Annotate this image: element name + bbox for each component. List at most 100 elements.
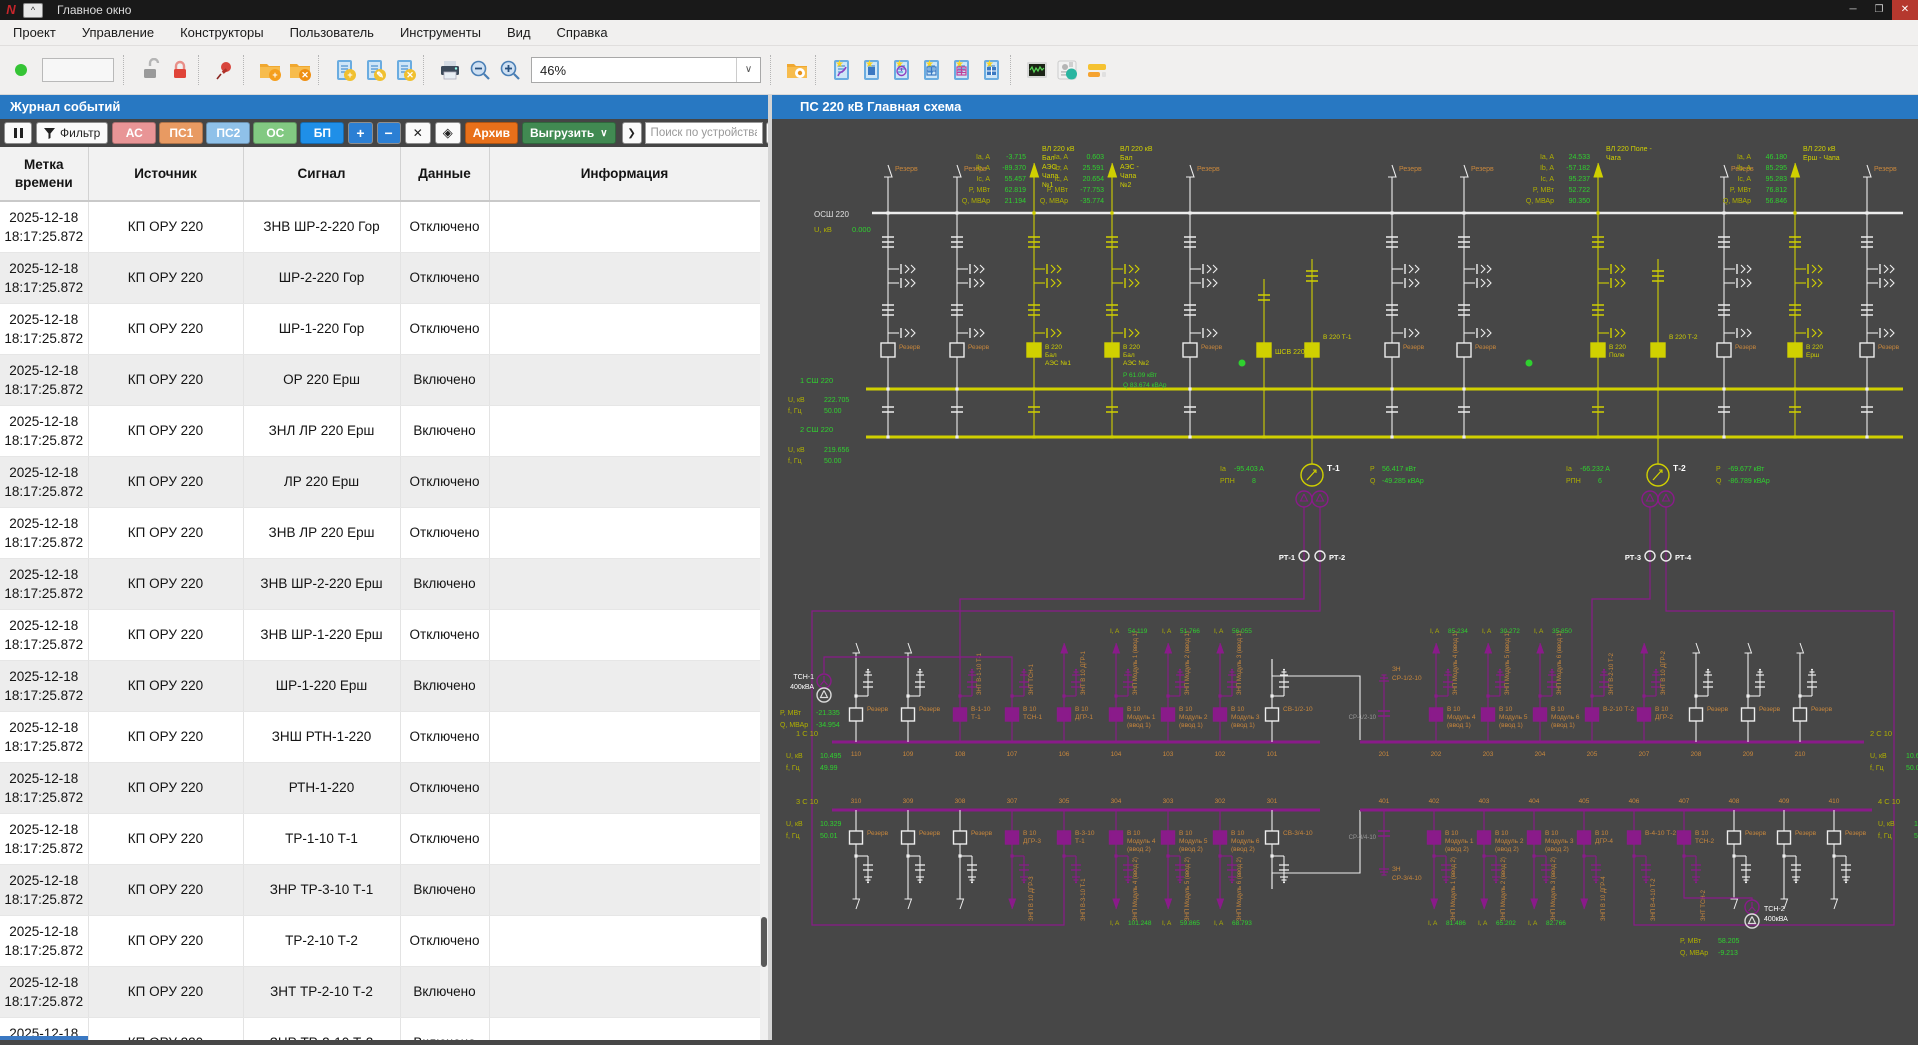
table-row[interactable]: 2025-12-1818:17:25.872КП ОРУ 220ЗНШ РТН-… [0, 711, 760, 762]
breaker-220[interactable] [1257, 343, 1271, 357]
doc-star-table-button[interactable]: ★ [917, 55, 947, 85]
filter-toggle-ПС2[interactable]: ПС2 [206, 122, 250, 144]
table-row[interactable]: 2025-12-1818:17:25.872КП ОРУ 220ЗНВ ШР-1… [0, 609, 760, 660]
breaker-10[interactable] [850, 831, 863, 844]
breaker-10[interactable] [1162, 708, 1175, 721]
schematic-panel[interactable]: ОСШ 220U, кВ0.0001 СШ 220U, кВ222.705f, … [772, 119, 1918, 1040]
filter-toggle-АС[interactable]: АС [112, 122, 156, 144]
breaker-10[interactable] [1794, 708, 1807, 721]
panel-bars-button[interactable] [1082, 55, 1112, 85]
table-row[interactable]: 2025-12-1818:17:25.872КП ОРУ 220ШР-1-220… [0, 660, 760, 711]
zoom-out-button[interactable] [465, 55, 495, 85]
breaker-220[interactable] [950, 343, 964, 357]
name-box[interactable] [42, 58, 114, 82]
table-row[interactable]: 2025-12-1818:17:25.872КП ОРУ 220ЗНР ТР-3… [0, 864, 760, 915]
schematic-header[interactable]: ПС 220 кВ Главная схема [772, 95, 1918, 119]
breaker-10[interactable] [1214, 708, 1227, 721]
zoom-in-rows-button[interactable]: + [348, 122, 372, 144]
maximize-button[interactable]: ❐ [1866, 0, 1892, 20]
menu-item-0[interactable]: Проект [0, 20, 69, 45]
expand-search-button[interactable]: ❯ [622, 122, 642, 144]
table-row[interactable]: 2025-12-1818:17:25.872КП ОРУ 220ЗНВ ЛР 2… [0, 507, 760, 558]
filter-toggle-БП[interactable]: БП [300, 122, 344, 144]
table-row[interactable]: 2025-12-1818:17:25.872КП ОРУ 220ШР-1-220… [0, 303, 760, 354]
breaker-10[interactable] [902, 831, 915, 844]
breaker-220[interactable] [1788, 343, 1802, 357]
breaker-220[interactable] [1105, 343, 1119, 357]
breaker-220[interactable] [1305, 343, 1319, 357]
breaker-10[interactable] [1586, 708, 1599, 721]
breaker-220[interactable] [1860, 343, 1874, 357]
breaker-10[interactable] [1214, 831, 1227, 844]
breaker-220[interactable] [1183, 343, 1197, 357]
doc-star-grid-button[interactable]: ★ [977, 55, 1007, 85]
table-row[interactable]: 2025-12-1818:17:25.872КП ОРУ 220РТН-1-22… [0, 762, 760, 813]
search-input[interactable] [645, 122, 763, 144]
lock-button[interactable] [165, 55, 195, 85]
doc-star-curve-button[interactable]: ★ [827, 55, 857, 85]
vertical-scrollbar[interactable] [760, 147, 768, 1040]
breaker-10[interactable] [1430, 708, 1443, 721]
breaker-220[interactable] [881, 343, 895, 357]
menu-item-3[interactable]: Пользователь [277, 20, 387, 45]
breaker-10[interactable] [1778, 831, 1791, 844]
breaker-10[interactable] [1478, 831, 1491, 844]
pin-button[interactable] [210, 55, 240, 85]
breaker-10[interactable] [850, 708, 863, 721]
table-row[interactable]: 2025-12-1818:17:25.872КП ОРУ 220ОР 220 Е… [0, 354, 760, 405]
table-row[interactable]: 2025-12-1818:17:25.872КП ОРУ 220ЗНР ТР-2… [0, 1017, 760, 1040]
breaker-10[interactable] [1058, 708, 1071, 721]
doc-star-report-button[interactable]: ★ [857, 55, 887, 85]
folder-view-button[interactable] [782, 55, 812, 85]
breaker-220[interactable] [1457, 343, 1471, 357]
single-line-diagram[interactable]: ОСШ 220U, кВ0.0001 СШ 220U, кВ222.705f, … [772, 119, 1918, 1040]
zoom-out-rows-button[interactable]: − [377, 122, 401, 144]
breaker-220[interactable] [1717, 343, 1731, 357]
table-row[interactable]: 2025-12-1818:17:25.872КП ОРУ 220ЛР 220 Е… [0, 456, 760, 507]
menu-item-6[interactable]: Справка [544, 20, 621, 45]
minimize-button[interactable]: ─ [1840, 0, 1866, 20]
breaker-10[interactable] [1006, 831, 1019, 844]
table-row[interactable]: 2025-12-1818:17:25.872КП ОРУ 220ТР-2-10 … [0, 915, 760, 966]
collapse-button[interactable]: ^ [23, 3, 43, 18]
breaker-10[interactable] [1266, 708, 1279, 721]
event-log-header[interactable]: Журнал событий [0, 95, 768, 119]
column-header-2[interactable]: Сигнал [243, 147, 400, 201]
breaker-10[interactable] [902, 708, 915, 721]
table-row[interactable]: 2025-12-1818:17:25.872КП ОРУ 220ТР-1-10 … [0, 813, 760, 864]
menu-item-1[interactable]: Управление [69, 20, 167, 45]
breaker-10[interactable] [1534, 708, 1547, 721]
filter-button[interactable]: Фильтр [36, 122, 108, 144]
column-header-4[interactable]: Информация [489, 147, 760, 201]
table-row[interactable]: 2025-12-1818:17:25.872КП ОРУ 220ЗНВ ШР-2… [0, 201, 760, 252]
pause-button[interactable] [4, 122, 32, 144]
export-button[interactable]: Выгрузить ∨ [522, 122, 616, 144]
diamond-button[interactable]: ◈ [435, 122, 461, 144]
breaker-10[interactable] [1110, 831, 1123, 844]
menu-item-4[interactable]: Инструменты [387, 20, 494, 45]
filter-toggle-ОС[interactable]: ОС [253, 122, 297, 144]
breaker-10[interactable] [954, 831, 967, 844]
folder-close-button[interactable]: ✕ [285, 55, 315, 85]
breaker-10[interactable] [1428, 831, 1441, 844]
breaker-10[interactable] [1742, 708, 1755, 721]
oscillogram-button[interactable] [1022, 55, 1052, 85]
table-row[interactable]: 2025-12-1818:17:25.872КП ОРУ 220ШР-2-220… [0, 252, 760, 303]
column-header-3[interactable]: Данные [400, 147, 489, 201]
table-row[interactable]: 2025-12-1818:17:25.872КП ОРУ 220ЗНЛ ЛР 2… [0, 405, 760, 456]
doc-star-clock-button[interactable]: ★ [887, 55, 917, 85]
zoom-combobox[interactable]: 46%∨ [531, 57, 761, 83]
breaker-10[interactable] [1528, 831, 1541, 844]
table-row[interactable]: 2025-12-1818:17:25.872КП ОРУ 220ЗНТ ТР-2… [0, 966, 760, 1017]
breaker-220[interactable] [1591, 343, 1605, 357]
doc-star-form-button[interactable]: ★ [947, 55, 977, 85]
doc-delete-button[interactable]: ✕ [390, 55, 420, 85]
breaker-220[interactable] [1385, 343, 1399, 357]
breaker-10[interactable] [1728, 831, 1741, 844]
table-row[interactable]: 2025-12-1818:17:25.872КП ОРУ 220ЗНВ ШР-2… [0, 558, 760, 609]
printer-button[interactable] [435, 55, 465, 85]
menu-item-5[interactable]: Вид [494, 20, 544, 45]
breaker-10[interactable] [1058, 831, 1071, 844]
folder-add-button[interactable]: + [255, 55, 285, 85]
breaker-10[interactable] [1678, 831, 1691, 844]
